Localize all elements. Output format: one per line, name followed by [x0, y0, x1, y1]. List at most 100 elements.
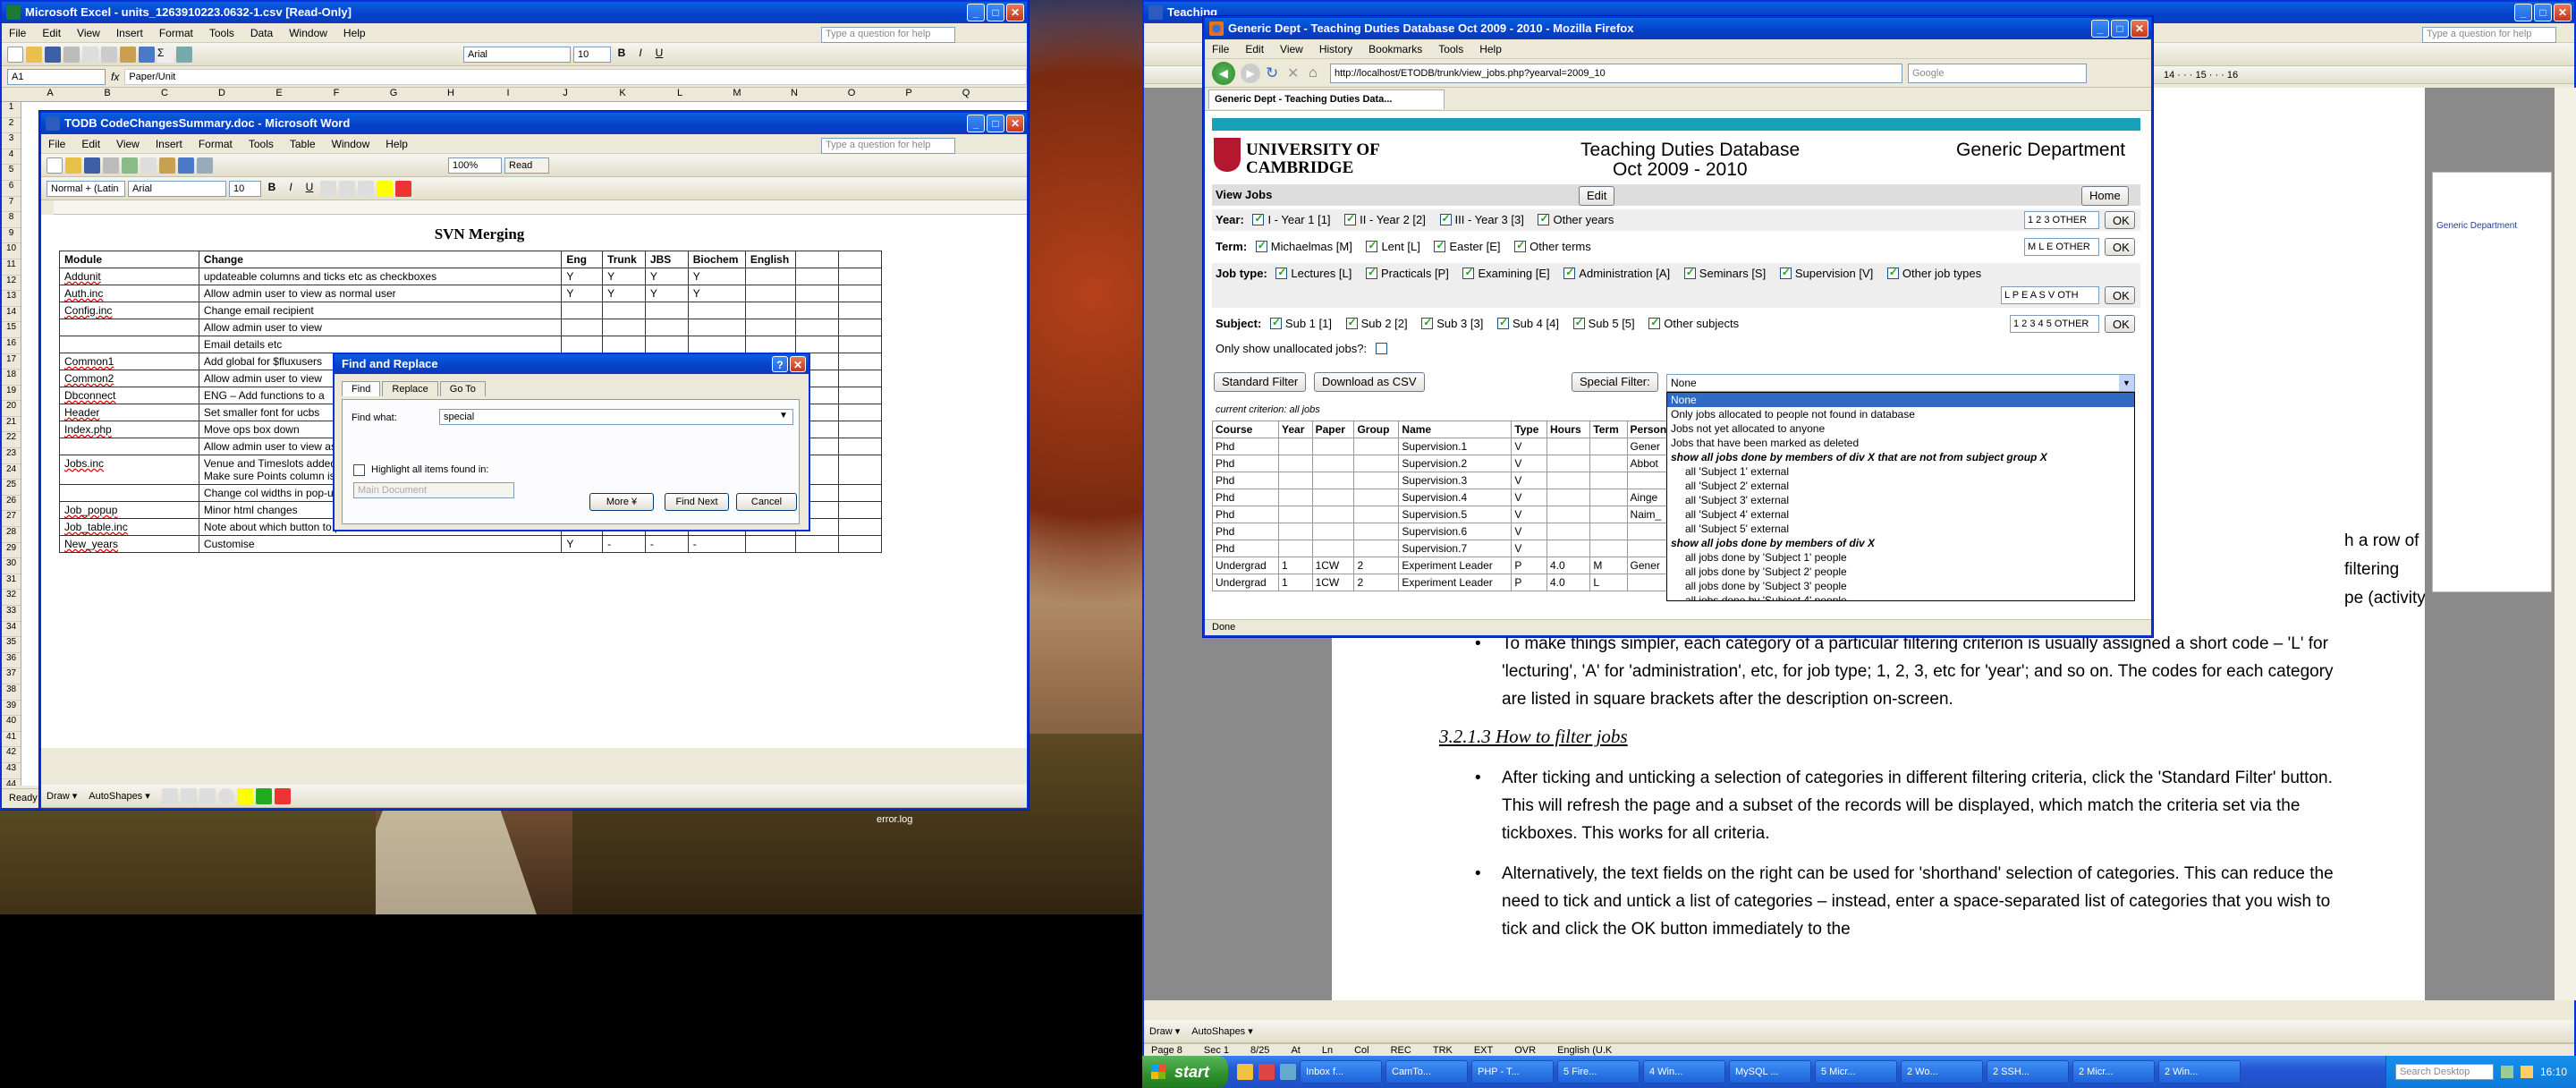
- special-filter-select[interactable]: None: [1666, 374, 2135, 392]
- year-3-checkbox[interactable]: [1439, 212, 1452, 225]
- copy-icon[interactable]: [101, 46, 117, 63]
- year-shorthand-input[interactable]: 1 2 3 OTHER: [2024, 211, 2099, 229]
- row-header[interactable]: 36: [2, 653, 21, 669]
- col-header[interactable]: G: [365, 88, 422, 101]
- row-header[interactable]: 39: [2, 701, 21, 717]
- jobs-col-header[interactable]: Hours: [1546, 421, 1591, 438]
- new-icon[interactable]: [7, 46, 23, 63]
- menu-bookmarks[interactable]: Bookmarks: [1368, 43, 1422, 55]
- menu-edit[interactable]: Edit: [1245, 43, 1264, 55]
- menu-insert[interactable]: Insert: [116, 27, 143, 39]
- chevron-down-icon[interactable]: ▼: [779, 411, 788, 421]
- clock[interactable]: 16:10: [2540, 1066, 2567, 1078]
- row-header[interactable]: 2: [2, 118, 21, 134]
- tab-goto[interactable]: Go To: [439, 381, 486, 396]
- firefox-page[interactable]: UNIVERSITY OF CAMBRIDGE Teaching Duties …: [1205, 111, 2151, 601]
- align-center-icon[interactable]: [339, 180, 355, 197]
- stop-icon[interactable]: ✕: [1287, 64, 1303, 82]
- word-style-select[interactable]: Normal + (Latin: [47, 180, 125, 197]
- spell-icon[interactable]: [122, 157, 138, 174]
- line-color-icon[interactable]: [255, 787, 272, 804]
- jobs-col-header[interactable]: Course: [1212, 421, 1279, 438]
- find-what-input[interactable]: special: [439, 409, 793, 425]
- row-header[interactable]: 18: [2, 370, 21, 386]
- quicklaunch-icon[interactable]: [1258, 1064, 1275, 1080]
- menu-insert[interactable]: Insert: [156, 138, 182, 150]
- firefox-titlebar[interactable]: Generic Dept - Teaching Duties Database …: [1205, 18, 2151, 39]
- draw-menu[interactable]: Draw ▾: [47, 790, 77, 802]
- cut-icon[interactable]: [140, 157, 157, 174]
- underline-icon[interactable]: U: [651, 47, 667, 63]
- row-header[interactable]: 41: [2, 732, 21, 748]
- menu-file[interactable]: File: [1212, 43, 1229, 55]
- desktop-file-label[interactable]: error.log: [877, 814, 912, 825]
- fill-color-icon[interactable]: [236, 787, 253, 804]
- table-row[interactable]: Phd Supervision.6 V: [1212, 523, 1678, 540]
- close-icon[interactable]: ✕: [790, 356, 806, 372]
- dropdown-option[interactable]: Jobs not yet allocated to anyone: [1667, 421, 2134, 436]
- find-dialog-titlebar[interactable]: Find and Replace ? ✕: [335, 354, 809, 374]
- rectangle-icon[interactable]: [199, 787, 216, 804]
- maximize-icon[interactable]: □: [987, 115, 1004, 132]
- row-header[interactable]: 30: [2, 558, 21, 574]
- taskbar-button[interactable]: 4 Win...: [1643, 1060, 1725, 1084]
- table-row[interactable]: Phd Supervision.7 V: [1212, 540, 1678, 557]
- term-shorthand-input[interactable]: M L E OTHER: [2024, 238, 2099, 256]
- menu-help[interactable]: Help: [343, 27, 366, 39]
- row-header[interactable]: 5: [2, 165, 21, 181]
- table-row[interactable]: Phd Supervision.1 V Gener: [1212, 438, 1678, 455]
- col-header[interactable]: J: [537, 88, 594, 101]
- excel-font-select[interactable]: Arial: [463, 46, 571, 63]
- row-header[interactable]: 34: [2, 622, 21, 638]
- special-filter-dropdown[interactable]: None Only jobs allocated to people not fo…: [1666, 392, 2135, 601]
- underline-icon[interactable]: U: [301, 181, 318, 197]
- row-header[interactable]: 31: [2, 574, 21, 591]
- close-icon[interactable]: ✕: [2131, 20, 2148, 38]
- row-header[interactable]: 15: [2, 322, 21, 338]
- oval-icon[interactable]: [217, 787, 234, 804]
- row-header[interactable]: 13: [2, 291, 21, 307]
- print-icon[interactable]: [103, 157, 119, 174]
- row-header[interactable]: 17: [2, 354, 21, 370]
- dropdown-option[interactable]: show all jobs done by members of div X t…: [1667, 450, 2134, 464]
- jt-other-checkbox[interactable]: [1886, 266, 1899, 279]
- col-header[interactable]: P: [880, 88, 937, 101]
- row-header[interactable]: 3: [2, 133, 21, 149]
- taskbar-button[interactable]: CamTo...: [1385, 1060, 1468, 1084]
- dropdown-option[interactable]: all 'Subject 2' external: [1667, 479, 2134, 493]
- autoshapes-menu[interactable]: AutoShapes ▾: [1191, 1025, 1253, 1037]
- sub-1-checkbox[interactable]: [1269, 316, 1282, 329]
- dropdown-option[interactable]: Jobs that have been marked as deleted: [1667, 436, 2134, 450]
- font-color-icon[interactable]: [274, 787, 291, 804]
- row-header[interactable]: 4: [2, 149, 21, 166]
- cancel-button[interactable]: Cancel: [736, 493, 797, 511]
- edit-button[interactable]: Edit: [1579, 186, 1615, 206]
- dropdown-option[interactable]: all jobs done by 'Subject 3' people: [1667, 579, 2134, 593]
- subject-ok-button[interactable]: OK: [2105, 315, 2135, 333]
- term-m-checkbox[interactable]: [1255, 239, 1267, 252]
- close-icon[interactable]: ✕: [1006, 4, 1024, 21]
- start-button[interactable]: start: [1142, 1056, 1228, 1088]
- row-header[interactable]: 22: [2, 432, 21, 449]
- col-header[interactable]: N: [766, 88, 823, 101]
- row-header[interactable]: 19: [2, 386, 21, 402]
- taskbar-button[interactable]: PHP - T...: [1471, 1060, 1554, 1084]
- menu-history[interactable]: History: [1319, 43, 1352, 55]
- highlight-checkbox[interactable]: [353, 464, 365, 476]
- minimize-icon[interactable]: _: [2514, 4, 2532, 21]
- row-header[interactable]: 33: [2, 606, 21, 622]
- jobs-col-header[interactable]: Name: [1398, 421, 1513, 438]
- row-header[interactable]: 32: [2, 590, 21, 606]
- jobtype-ok-button[interactable]: OK: [2105, 286, 2135, 304]
- col-header[interactable]: A: [21, 88, 79, 101]
- highlight-icon[interactable]: [377, 180, 393, 197]
- close-icon[interactable]: ✕: [1006, 115, 1024, 132]
- find-next-button[interactable]: Find Next: [665, 493, 729, 511]
- bold-icon[interactable]: B: [264, 181, 280, 197]
- row-header[interactable]: 38: [2, 684, 21, 701]
- desktop-search-input[interactable]: Search Desktop: [2394, 1064, 2494, 1080]
- row-header[interactable]: 29: [2, 543, 21, 559]
- excel-help-search[interactable]: Type a question for help: [821, 27, 955, 43]
- firefox-window[interactable]: Generic Dept - Teaching Duties Database …: [1203, 16, 2153, 637]
- quicklaunch-icon[interactable]: [1280, 1064, 1296, 1080]
